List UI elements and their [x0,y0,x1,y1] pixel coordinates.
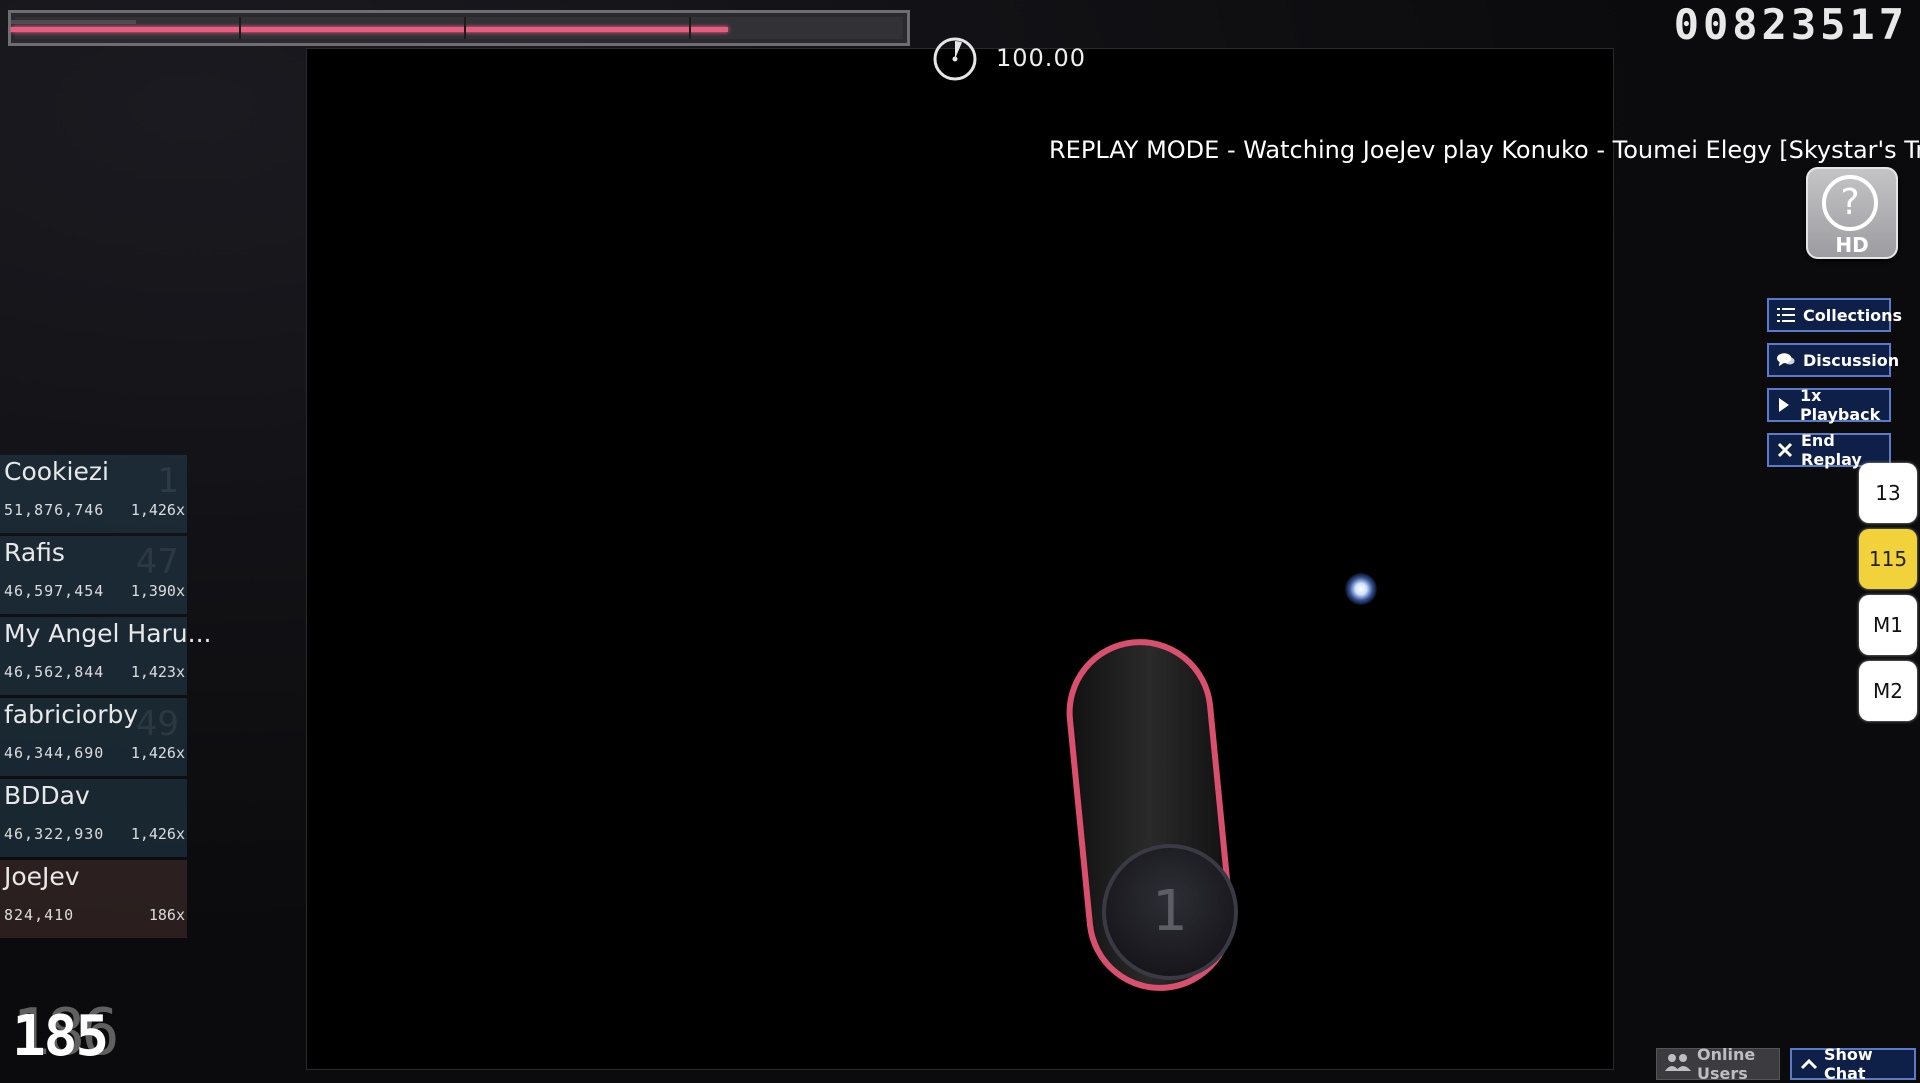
leaderboard-name: JoeJev [4,862,80,891]
leaderboard-score: 46,322,930 [4,825,105,843]
online-users-button[interactable]: Online Users [1656,1045,1780,1083]
leaderboard-entry: 49 fabriciorby 46,344,690 1,426x [0,698,187,776]
show-chat-button[interactable]: Show Chat [1790,1045,1916,1083]
online-users-label: Online Users [1697,1045,1756,1083]
leaderboard-entry: My Angel Haru... 46,562,844 1,423x [0,617,211,695]
mod-label: HD [1835,233,1869,257]
leaderboard-name: fabriciorby [4,700,139,729]
show-chat-label: Show Chat [1824,1045,1873,1083]
end-replay-button[interactable]: End Replay [1767,431,1891,469]
key-overlay-m2: M2 [1859,661,1917,721]
leaderboard-combo: 1,426x [130,744,185,762]
leaderboard-combo: 186x [148,906,185,924]
list-icon [1777,306,1795,324]
playfield [306,48,1614,1070]
slider-hit-object: 1 [1066,639,1238,991]
key-overlay-k2: 115 [1859,529,1917,589]
cursor-icon [1345,573,1377,605]
score-counter: 00823517 [1673,0,1908,49]
leaderboard-score: 46,562,844 [4,663,105,681]
song-progress-timer-icon [933,37,977,81]
collections-label: Collections [1803,305,1903,325]
replay-mode-banner: REPLAY MODE - Watching JoeJev play Konuk… [1049,136,1920,164]
collections-button[interactable]: Collections [1767,298,1902,332]
leaderboard-entry: 47 Rafis 46,597,454 1,390x [0,536,187,614]
leaderboard-combo: 1,390x [130,582,185,600]
close-icon [1777,441,1793,459]
hit-circle-number: 1 [1152,879,1188,944]
discussion-label: Discussion [1803,350,1900,370]
leaderboard-score: 46,344,690 [4,744,105,762]
leaderboard-entry: 1 Cookiezi 51,876,746 1,426x [0,455,187,533]
key-overlay-m1: M1 [1859,595,1917,655]
users-icon [1665,1053,1691,1075]
chat-bubble-icon [1777,351,1795,369]
leaderboard-entry-current-player: JoeJev 824,410 186x [0,860,187,938]
leaderboard-rank-ghost: 1 [157,461,179,501]
health-bar-highlight [11,20,136,24]
leaderboard-rank-ghost: 49 [135,704,179,744]
leaderboard-score: 51,876,746 [4,501,105,519]
leaderboard-name: Rafis [4,538,65,567]
health-bar-fill [11,27,728,32]
playback-label: 1x Playback [1799,386,1881,424]
leaderboard-score: 824,410 [4,906,75,924]
leaderboard-combo: 1,426x [130,825,185,843]
hidden-mod-icon: ? HD [1806,167,1898,259]
leaderboard-score: 46,597,454 [4,582,105,600]
chevron-up-icon [1800,1055,1818,1074]
discussion-button[interactable]: Discussion [1767,343,1899,377]
leaderboard-entry: BDDav 46,322,930 1,426x [0,779,187,857]
leaderboard-combo: 1,426x [130,501,185,519]
leaderboard-combo: 1,423x [130,663,185,681]
mod-glyph: ? [1822,175,1878,231]
leaderboard-name: BDDav [4,781,90,810]
key-overlay-k1: 13 [1859,463,1917,523]
combo-counter: 185 [12,1004,109,1069]
playback-speed-button[interactable]: 1x Playback [1767,386,1891,424]
leaderboard-name: Cookiezi [4,457,109,486]
accuracy-readout: 100.00 [996,44,1086,72]
leaderboard-name: My Angel Haru... [4,619,212,648]
leaderboard-rank-ghost: 47 [135,542,179,582]
play-icon [1777,396,1792,414]
health-bar [8,10,910,46]
